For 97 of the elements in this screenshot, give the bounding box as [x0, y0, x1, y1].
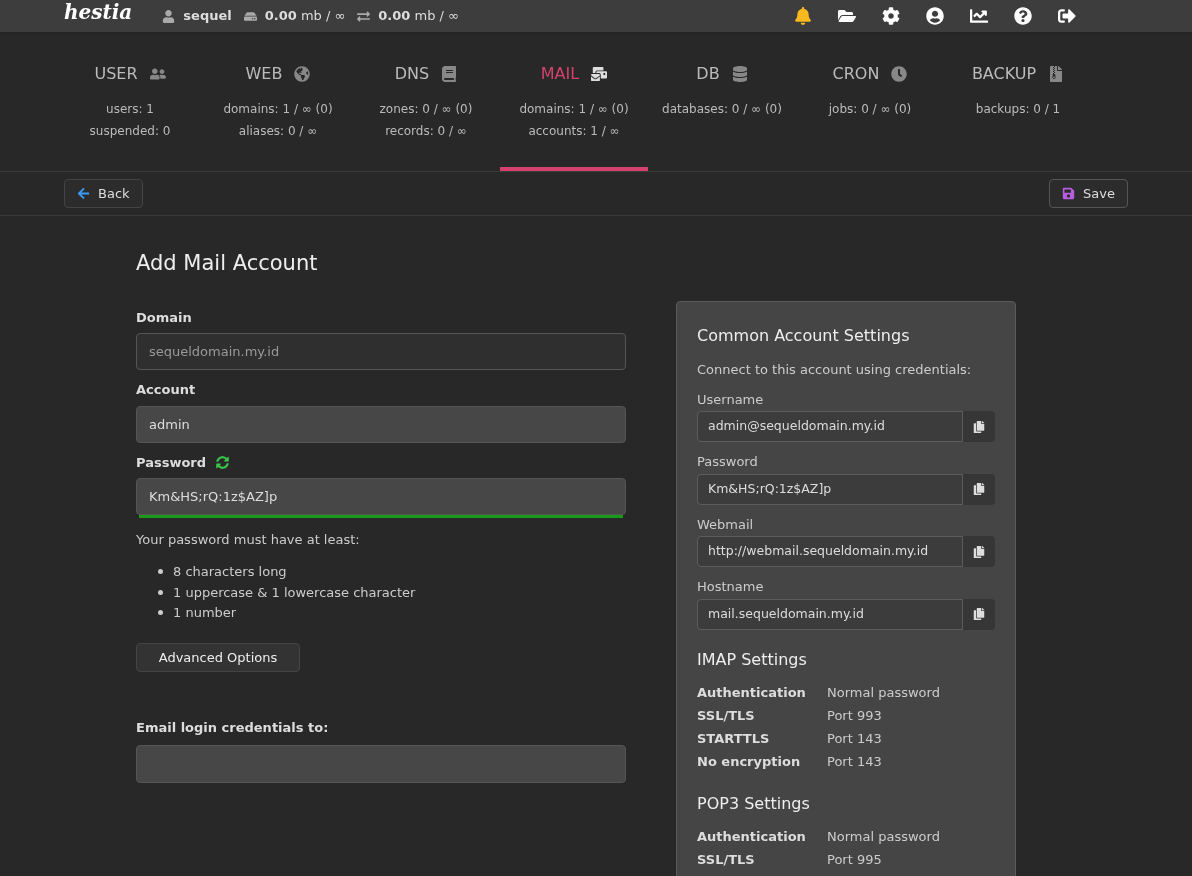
book-icon	[441, 66, 458, 82]
arrow-left-icon	[77, 187, 90, 200]
tab-stat: accounts: 1 / ∞	[528, 123, 620, 140]
nav-tab[interactable]: CRON jobs: 0 / ∞ (0)	[796, 32, 944, 171]
setting-name: No encryption	[697, 753, 802, 772]
section-title: POP3 Settings	[697, 792, 811, 815]
nav-tab[interactable]: USER users: 1 suspended: 0	[56, 32, 204, 171]
setting-value: Port 993	[827, 707, 882, 726]
copy-button[interactable]	[963, 536, 995, 567]
refresh-icon[interactable]	[216, 455, 230, 469]
disk-usage: 0.00 mb / ∞	[264, 7, 346, 26]
field-label: Password	[697, 453, 759, 471]
nav-tab[interactable]: DNS zones: 0 / ∞ (0) records: 0 / ∞	[352, 32, 500, 171]
globe-icon	[294, 66, 311, 82]
tab-stat: aliases: 0 / ∞	[238, 123, 318, 140]
tab-stat: backups: 0 / 1	[975, 101, 1061, 118]
copy-icon	[973, 608, 985, 620]
field-label: Account	[136, 381, 197, 399]
tab-stat: records: 0 / ∞	[385, 123, 467, 140]
setting-value: Normal password	[827, 828, 940, 847]
section-title: IMAP Settings	[697, 648, 808, 671]
email-field[interactable]	[136, 744, 626, 783]
requirement-item: 1 uppercase & 1 lowercase character	[173, 583, 416, 602]
tab-label: DNS	[394, 63, 430, 85]
tab-stat: suspended: 0	[89, 123, 171, 140]
settings-icon[interactable]	[882, 7, 900, 25]
setting-name: Authentication	[697, 684, 807, 703]
save-button[interactable]: Save	[1049, 179, 1128, 208]
user-icon	[162, 9, 176, 23]
copy-icon	[973, 545, 985, 558]
copy-button[interactable]	[963, 473, 995, 505]
copy-icon	[973, 420, 985, 433]
readonly-field[interactable]: mail.sequeldomain.my.id	[697, 598, 963, 630]
bandwidth-usage: 0.00 mb / ∞	[378, 7, 459, 26]
database-icon	[731, 66, 748, 82]
page-title: Add Mail Account	[136, 250, 319, 277]
copy-button[interactable]	[963, 598, 995, 630]
setting-name: SSL/TLS	[697, 707, 756, 726]
field-label: Domain	[136, 308, 193, 327]
help-icon[interactable]	[1014, 7, 1032, 25]
tab-stat: zones: 0 / ∞ (0)	[379, 101, 473, 118]
setting-value: Port 143	[827, 730, 882, 749]
tab-stat: users: 1	[106, 101, 154, 118]
setting-value: Port 143	[827, 753, 882, 772]
tab-label: USER	[94, 63, 138, 85]
panel-intro: Connect to this account using credentials:	[697, 361, 973, 379]
setting-value: Port 995	[827, 851, 882, 870]
save-icon	[1062, 187, 1076, 200]
copy-icon	[973, 483, 985, 495]
logo[interactable]: hestia	[64, 2, 133, 22]
field-label: Hostname	[697, 578, 765, 596]
readonly-field[interactable]: admin@sequeldomain.my.id	[697, 411, 963, 442]
tab-label: MAIL	[540, 63, 580, 85]
nav-tab[interactable]: BACKUP backups: 0 / 1	[944, 32, 1092, 171]
nav-tab[interactable]: WEB domains: 1 / ∞ (0) aliases: 0 / ∞	[204, 32, 352, 171]
field-label: Username	[697, 390, 765, 409]
logout-icon[interactable]	[1058, 7, 1076, 25]
field-label: Email login credentials to:	[136, 719, 330, 737]
tab-stat: databases: 0 / ∞ (0)	[662, 101, 782, 118]
tab-stat: domains: 1 / ∞ (0)	[223, 101, 333, 118]
copy-button[interactable]	[963, 411, 995, 442]
readonly-field[interactable]: http://webmail.sequeldomain.my.id	[697, 536, 963, 567]
panel-title: Common Account Settings	[697, 325, 911, 347]
requirements-text: Your password must have at least:	[136, 531, 361, 549]
requirement-item: 8 characters long	[173, 563, 287, 581]
advanced-options-button[interactable]: Advanced Options	[136, 643, 300, 672]
nav-tab[interactable]: MAIL domains: 1 / ∞ (0) accounts: 1 / ∞	[500, 32, 648, 171]
bullet-icon	[158, 569, 163, 575]
setting-name: STARTTLS	[697, 730, 771, 749]
tab-label: BACKUP	[971, 63, 1037, 85]
nav-tab[interactable]: DB databases: 0 / ∞ (0)	[648, 32, 796, 171]
account-field[interactable]: admin	[136, 405, 626, 443]
clock-icon	[891, 66, 908, 82]
back-button[interactable]: Back	[64, 179, 143, 208]
field-label: Password	[136, 453, 207, 472]
tab-label: CRON	[832, 63, 880, 85]
transfer-icon	[357, 9, 371, 23]
chart-icon[interactable]	[970, 7, 988, 25]
setting-name: Authentication	[697, 828, 807, 847]
tab-label: DB	[696, 63, 720, 85]
tab-stat: jobs: 0 / ∞ (0)	[828, 101, 912, 118]
tab-label: WEB	[245, 63, 283, 85]
password-field[interactable]: Km&HS;rQ:1z$AZ]p	[136, 478, 626, 515]
readonly-field[interactable]: Km&HS;rQ:1z$AZ]p	[697, 473, 963, 505]
tab-stat: domains: 1 / ∞ (0)	[519, 101, 629, 118]
field-label: Webmail	[697, 515, 755, 534]
bullet-icon	[158, 589, 163, 595]
username: sequel	[183, 7, 232, 26]
bullet-icon	[158, 610, 163, 616]
setting-value: Normal password	[827, 684, 940, 703]
setting-name: SSL/TLS	[697, 851, 756, 870]
users-icon	[149, 66, 166, 82]
mail-icon	[591, 66, 608, 82]
requirement-item: 1 number	[173, 604, 237, 622]
notification-bell-icon[interactable]	[794, 7, 812, 25]
file-archive-icon	[1048, 66, 1065, 82]
folder-icon[interactable]	[838, 7, 856, 25]
